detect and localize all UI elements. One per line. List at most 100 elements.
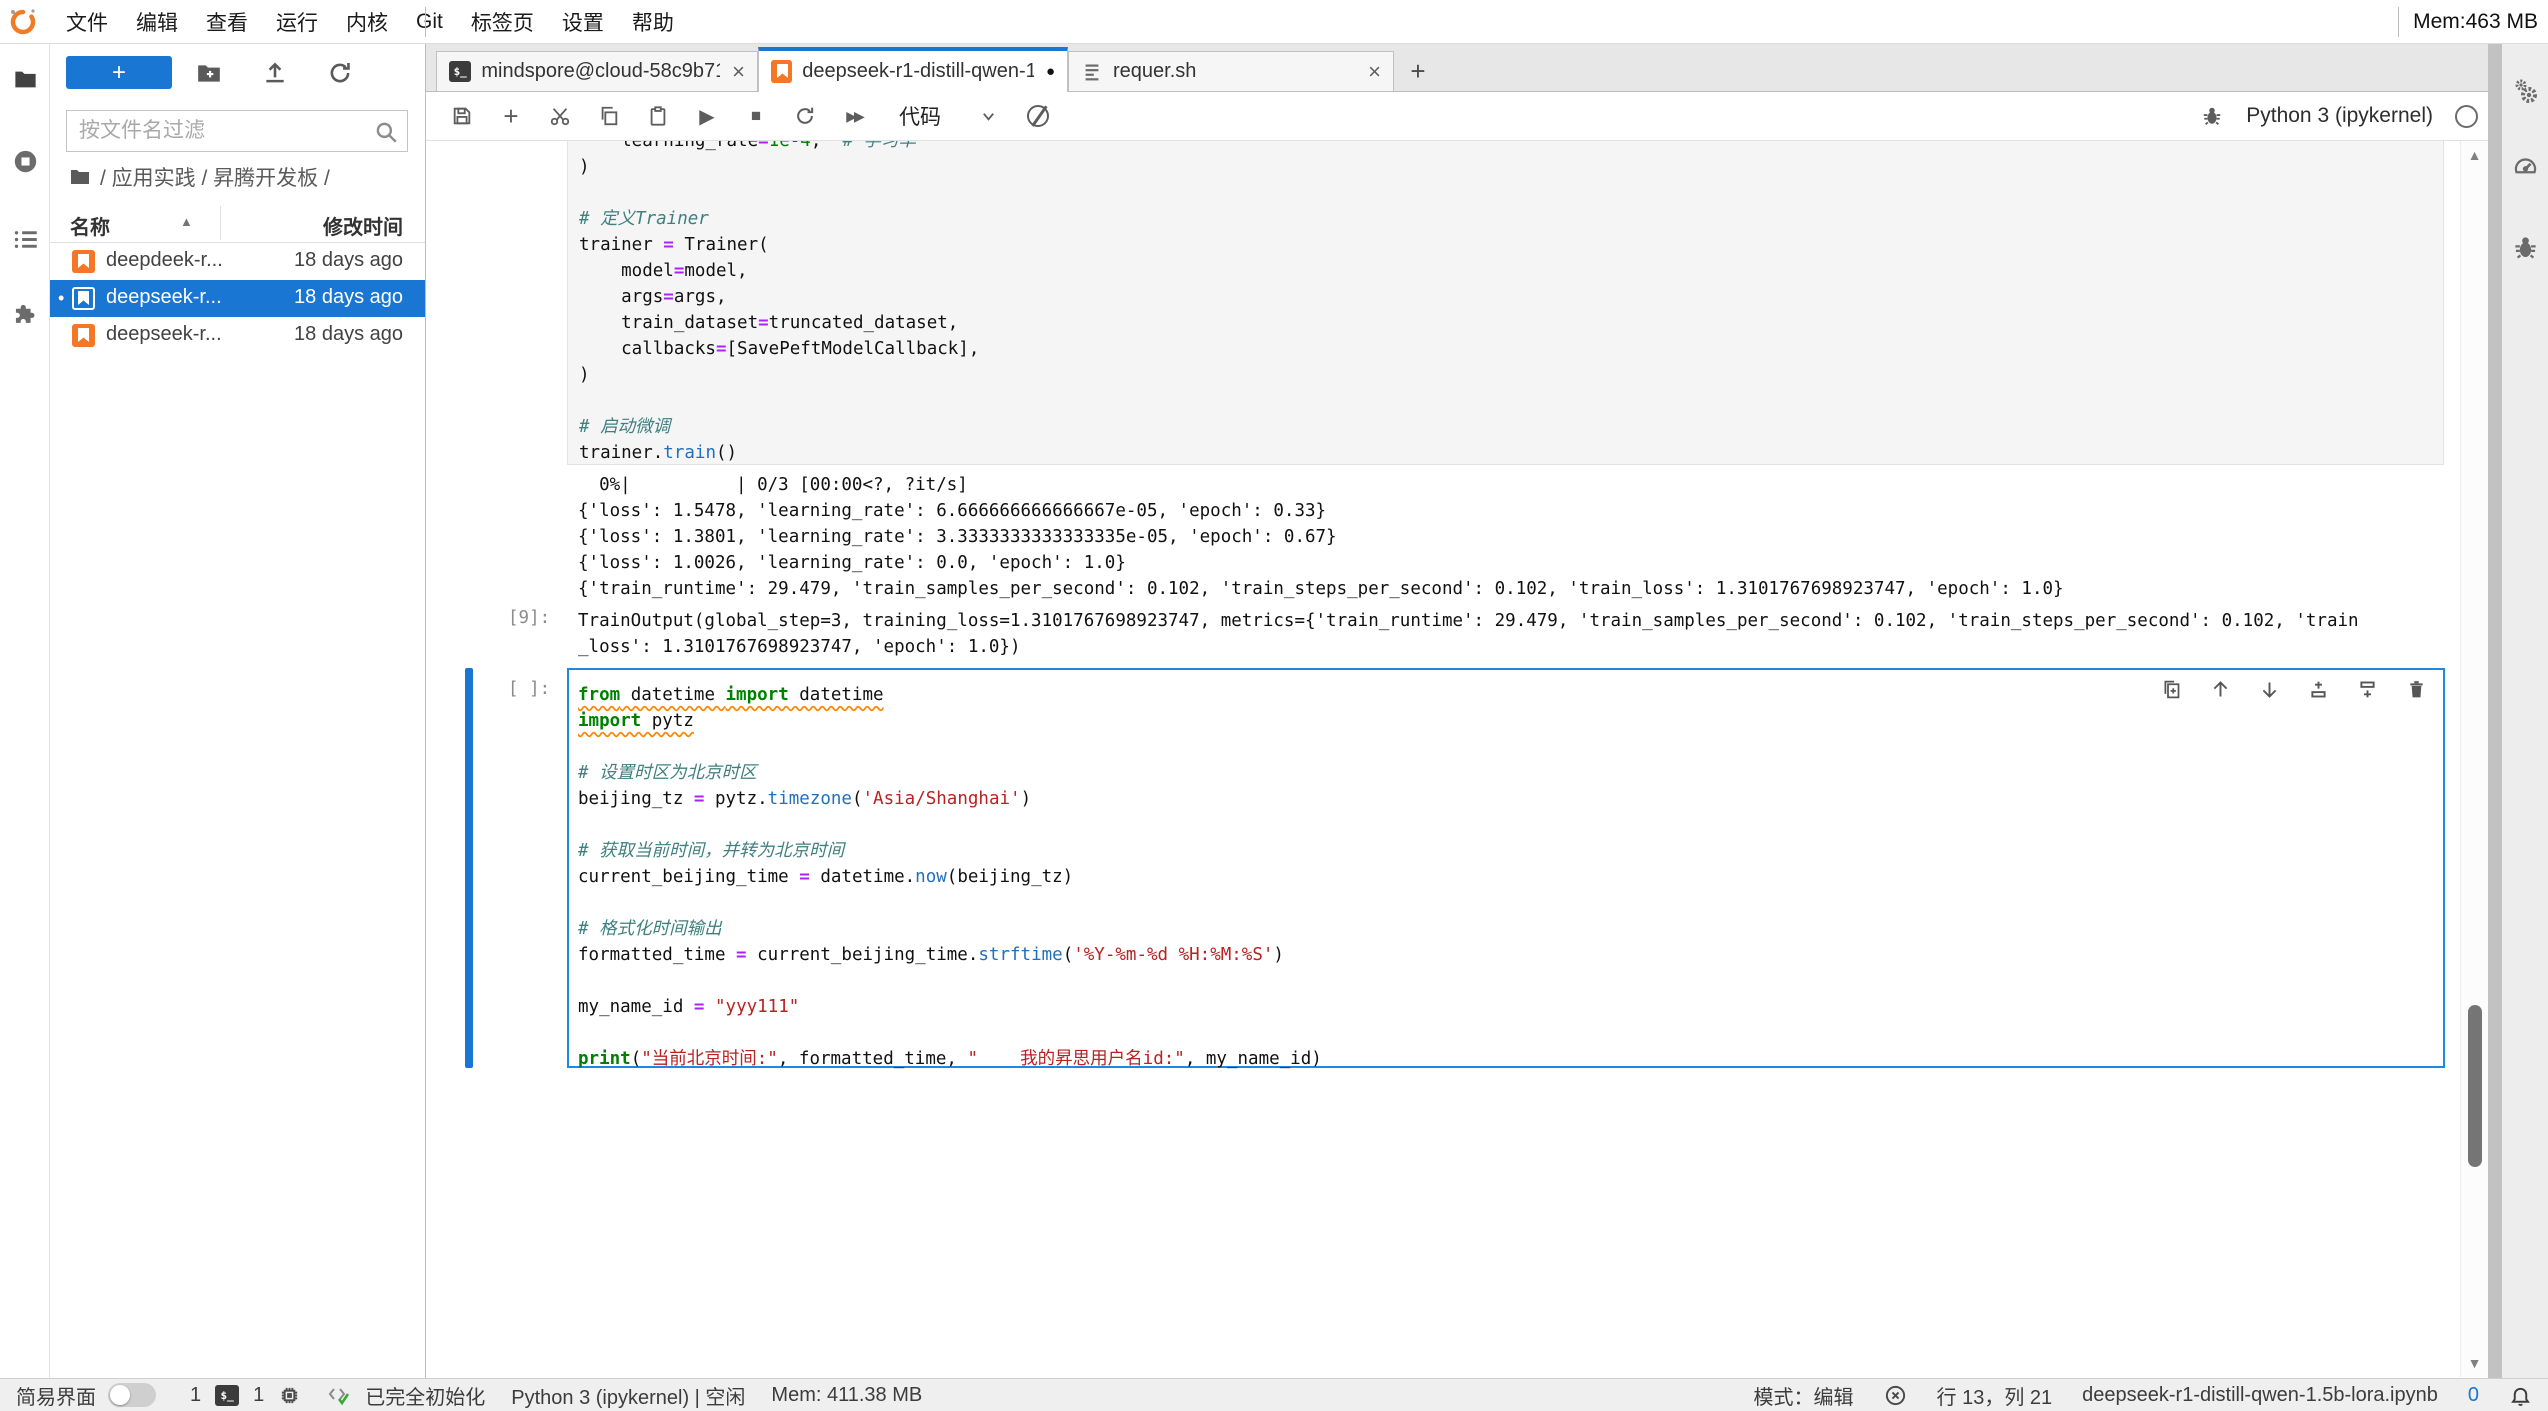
cut-icon[interactable] [548, 104, 572, 128]
trust-shield-icon[interactable] [1884, 1384, 1907, 1407]
scrollbar-thumb[interactable] [2468, 1005, 2482, 1167]
input-prompt: [ ]: [508, 679, 550, 699]
file-list: deepdeek-r... 18 days ago • deepseek-r..… [50, 243, 425, 354]
cell-type-dropdown[interactable]: 代码 [899, 101, 996, 131]
move-cell-up-icon[interactable] [2209, 678, 2231, 700]
property-inspector-gears-icon[interactable] [2512, 78, 2539, 105]
notification-count[interactable]: 0 [2468, 1384, 2479, 1407]
insert-cell-above-icon[interactable] [2307, 678, 2329, 700]
new-tab-button[interactable]: + [1398, 51, 1438, 91]
run-icon[interactable]: ▶ [695, 104, 719, 128]
running-sessions-icon[interactable] [12, 148, 39, 175]
code-line [578, 812, 2452, 838]
duplicate-cell-icon[interactable] [2160, 678, 2182, 700]
stop-icon[interactable]: ■ [744, 104, 768, 128]
terminals-count[interactable]: 1 [190, 1384, 201, 1407]
cell-collapser[interactable] [465, 668, 473, 1068]
code-cell-input[interactable]: learning_rate=1e-4, # 学习率) # 定义Trainertr… [567, 141, 2444, 465]
file-browser-icon[interactable] [12, 66, 39, 93]
output-line: {'train_runtime': 29.479, 'train_samples… [578, 576, 2064, 602]
menu-run[interactable]: 运行 [262, 7, 332, 37]
lsp-status-text[interactable]: 已完全初始化 [365, 1381, 485, 1410]
delete-cell-icon[interactable] [2405, 678, 2427, 700]
code-line: # 定义Trainer [579, 206, 2444, 232]
code-line [578, 890, 2452, 916]
upload-icon[interactable] [262, 60, 288, 86]
refresh-icon[interactable] [327, 60, 353, 86]
file-filter-input[interactable] [67, 111, 407, 151]
kernel-chip-icon[interactable] [278, 1384, 301, 1407]
resource-gauge-icon[interactable] [2512, 152, 2539, 179]
menu-tabs[interactable]: 标签页 [457, 7, 548, 37]
menu-view[interactable]: 查看 [192, 7, 262, 37]
menu-kernel[interactable]: 内核 [332, 7, 402, 37]
restart-kernel-icon[interactable] [793, 104, 817, 128]
code-line: ) [579, 362, 2444, 388]
insert-cell-icon[interactable]: + [499, 104, 523, 128]
code-line: my_name_id = "yyy111" [578, 994, 2452, 1020]
close-icon[interactable]: × [732, 62, 745, 82]
file-row[interactable]: deepseek-r... 18 days ago [50, 317, 425, 354]
breadcrumb[interactable]: / 应用实践 / 昇腾开发板 / [68, 162, 330, 192]
menu-file[interactable]: 文件 [52, 7, 122, 37]
kernel-status-text[interactable]: Python 3 (ipykernel) | 空闲 [511, 1381, 745, 1410]
close-icon[interactable]: × [1368, 62, 1381, 82]
lsp-status-icon[interactable] [327, 1383, 351, 1407]
sort-asc-icon[interactable]: ▲ [180, 214, 193, 229]
table-of-contents-icon[interactable] [12, 226, 39, 253]
code-line: ) [579, 154, 2444, 180]
terminal-icon[interactable]: $_ [215, 1385, 239, 1406]
column-modified[interactable]: 修改时间 [323, 211, 403, 240]
cursor-position[interactable]: 行 13，列 21 [1937, 1381, 2053, 1410]
file-row[interactable]: deepdeek-r... 18 days ago [50, 243, 425, 280]
folder-icon [68, 165, 92, 189]
menu-settings[interactable]: 设置 [548, 7, 618, 37]
code-editor[interactable]: learning_rate=1e-4, # 学习率) # 定义Trainertr… [579, 141, 2444, 465]
menu-help[interactable]: 帮助 [618, 7, 688, 37]
paste-icon[interactable] [646, 104, 670, 128]
simple-mode-toggle[interactable] [108, 1383, 156, 1407]
menu-separator [425, 7, 426, 37]
move-cell-down-icon[interactable] [2258, 678, 2280, 700]
copy-icon[interactable] [597, 104, 621, 128]
tab-notebook-active[interactable]: deepseek-r1-distill-qwen-1.5 ● [758, 47, 1068, 92]
editor-mode[interactable]: 模式：编辑 [1754, 1381, 1854, 1410]
restart-run-all-icon[interactable]: ▶▶ [842, 104, 866, 128]
memory-value: Mem:463 MB [2413, 10, 2548, 34]
menu-git[interactable]: Git [402, 10, 457, 34]
code-line: # 启动微调 [579, 414, 2444, 440]
bell-icon[interactable] [2509, 1384, 2532, 1407]
new-folder-icon[interactable] [196, 60, 222, 86]
new-launcher-button[interactable]: + [66, 56, 172, 89]
scroll-down-icon[interactable]: ▼ [2461, 1355, 2488, 1371]
code-line [578, 1020, 2452, 1046]
file-browser-toolbar: + [50, 54, 425, 94]
extensions-puzzle-icon[interactable] [12, 302, 39, 329]
insert-cell-below-icon[interactable] [2356, 678, 2378, 700]
breadcrumb-path[interactable]: / 应用实践 / 昇腾开发板 / [100, 162, 330, 192]
active-code-cell[interactable]: from datetime import datetimeimport pytz… [567, 668, 2445, 1068]
circle-slash-icon[interactable] [1027, 105, 1049, 127]
code-line [579, 180, 2444, 206]
column-name[interactable]: 名称 [70, 211, 110, 240]
notebook-file-icon [72, 287, 95, 310]
kernels-count[interactable]: 1 [253, 1384, 264, 1407]
save-icon[interactable] [450, 104, 474, 128]
output-line: {'loss': 1.3801, 'learning_rate': 3.3333… [578, 524, 2064, 550]
window-scrollbar[interactable] [2488, 44, 2502, 1378]
tab-terminal[interactable]: $_ mindspore@cloud-58c9b71b × [436, 51, 758, 91]
debugger-bug-icon[interactable] [2200, 104, 2224, 128]
jupyterlab-window: 文件 编辑 查看 运行 内核 Git 标签页 设置 帮助 Mem:463 MB [0, 0, 2548, 1411]
debugger-bug-icon[interactable] [2512, 234, 2539, 261]
notebook-toolbar: + ▶ ■ ▶▶ [426, 92, 2488, 141]
notebook-scrollbar[interactable]: ▲ ▼ [2460, 141, 2488, 1377]
code-line: train_dataset=truncated_dataset, [579, 310, 2444, 336]
code-editor[interactable]: from datetime import datetimeimport pytz… [578, 682, 2452, 1072]
menu-edit[interactable]: 编辑 [122, 7, 192, 37]
file-row-selected[interactable]: • deepseek-r... 18 days ago [50, 280, 425, 317]
tab-file[interactable]: requer.sh × [1068, 51, 1394, 91]
scroll-up-icon[interactable]: ▲ [2461, 147, 2488, 163]
output-line: {'loss': 1.5478, 'learning_rate': 6.6666… [578, 498, 2064, 524]
kernel-status-circle[interactable] [2455, 105, 2478, 128]
kernel-name[interactable]: Python 3 (ipykernel) [2246, 104, 2433, 128]
